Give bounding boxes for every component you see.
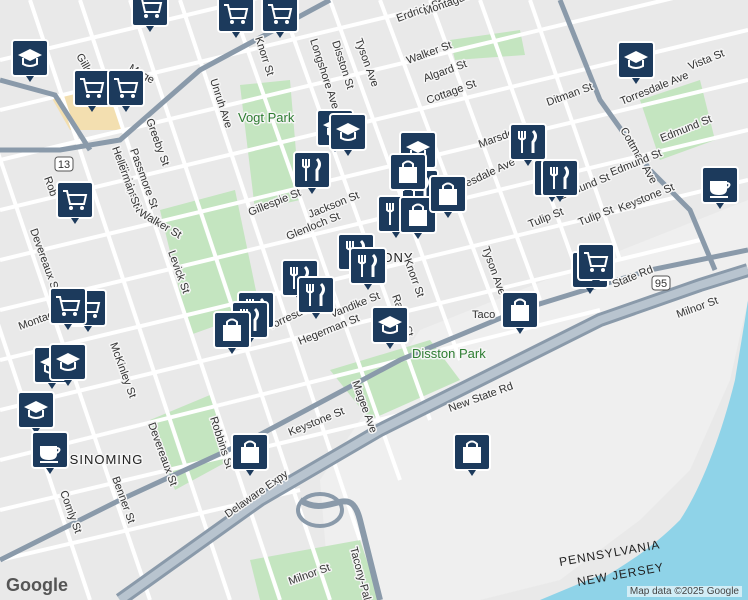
shopping-bag-pin[interactable] [231, 433, 269, 476]
google-logo: Google [6, 575, 68, 595]
shopping-cart-pin[interactable] [217, 0, 255, 38]
shopping-cart-pin[interactable] [56, 181, 94, 224]
route-13-shield: 13 [54, 156, 74, 172]
park-label-vogt: Vogt Park [238, 110, 295, 125]
shopping-cart-pin[interactable] [577, 243, 615, 286]
neighborhood-label-wissinoming: SSINOMING [60, 452, 143, 467]
map-canvas[interactable]: 13 95 Vogt Park Disston Park CONY SSINOM… [0, 0, 748, 600]
map-attribution: Map data ©2025 Google [626, 586, 742, 597]
shopping-bag-pin[interactable] [213, 311, 251, 354]
shopping-bag-pin[interactable] [453, 433, 491, 476]
restaurant-pin[interactable] [297, 276, 335, 319]
restaurant-pin[interactable] [349, 247, 387, 290]
route-95-shield: 95 [651, 275, 671, 291]
svg-text:95: 95 [655, 278, 667, 290]
restaurant-pin[interactable] [541, 159, 579, 202]
cafe-pin[interactable] [701, 166, 739, 209]
shopping-cart-pin[interactable] [261, 0, 299, 38]
school-pin[interactable] [329, 113, 367, 156]
school-pin[interactable] [617, 41, 655, 84]
cafe-pin[interactable] [31, 431, 69, 474]
shopping-bag-pin[interactable] [389, 153, 427, 196]
svg-text:13: 13 [58, 159, 70, 171]
school-pin[interactable] [49, 343, 87, 386]
shopping-cart-pin[interactable] [73, 69, 111, 112]
shopping-bag-pin[interactable] [429, 175, 467, 218]
neighborhood-label-tacony-south: Taco [472, 309, 495, 321]
shopping-cart-pin[interactable] [49, 287, 87, 330]
shopping-bag-pin[interactable] [501, 291, 539, 334]
restaurant-pin[interactable] [293, 151, 331, 194]
school-pin[interactable] [11, 39, 49, 82]
park-label-disston: Disston Park [412, 346, 486, 361]
shopping-cart-pin[interactable] [107, 69, 145, 112]
school-pin[interactable] [17, 391, 55, 434]
school-pin[interactable] [371, 306, 409, 349]
